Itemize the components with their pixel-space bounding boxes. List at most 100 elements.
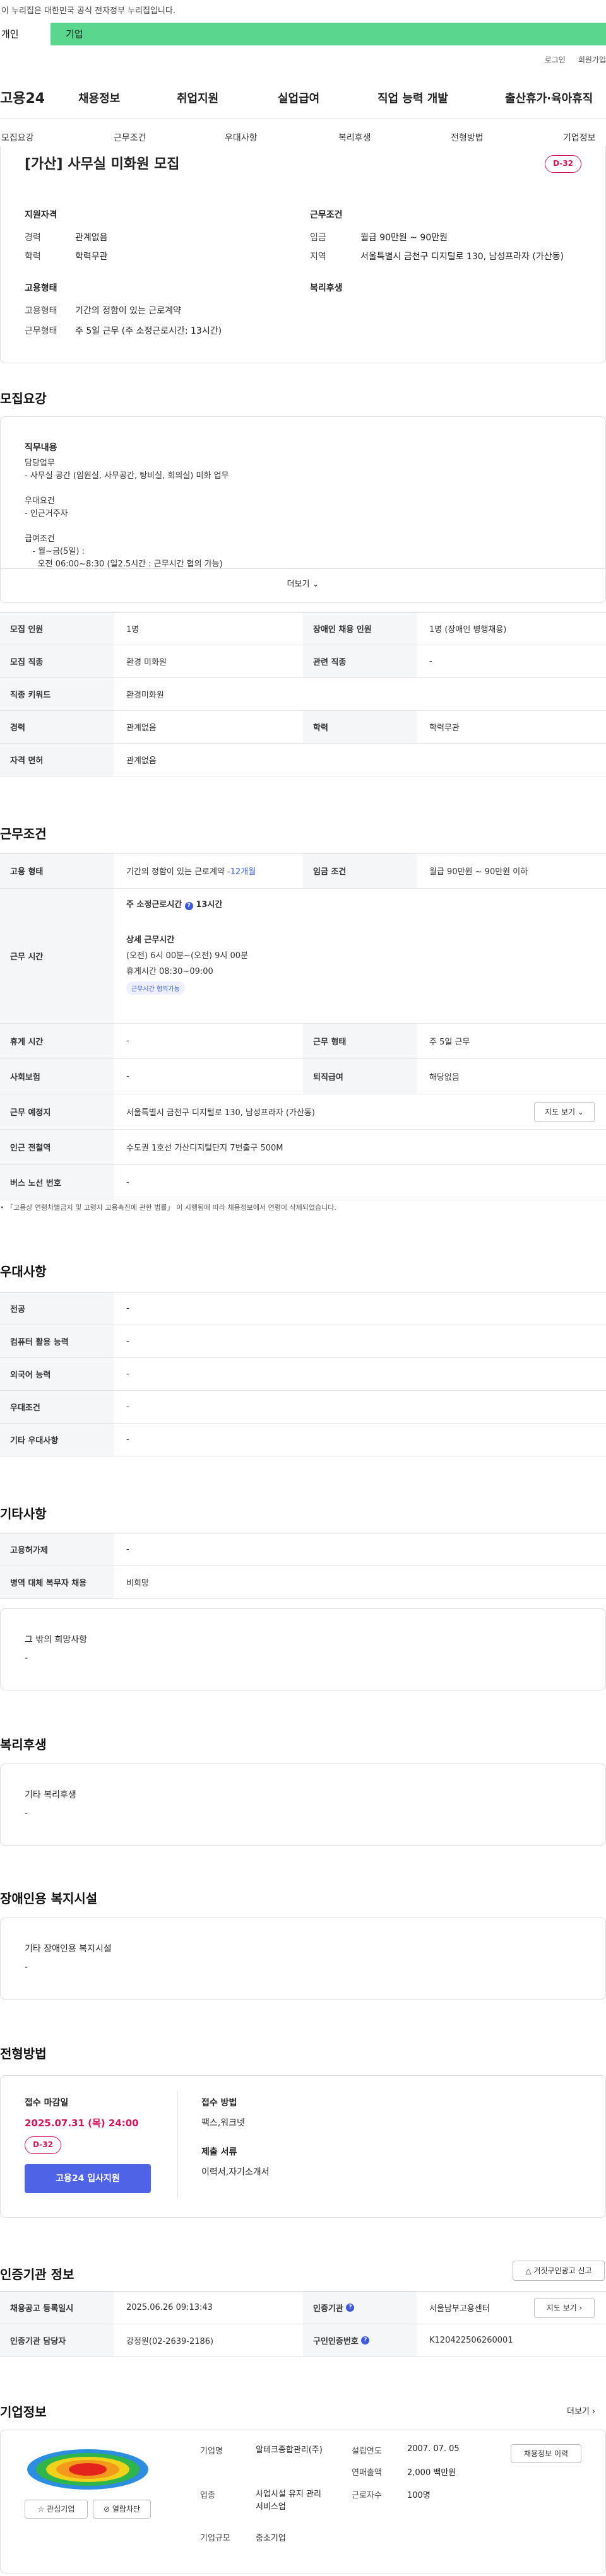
site-logo[interactable]: 고용24 xyxy=(0,87,45,107)
td: 2025.06.26 09:13:43 xyxy=(126,2303,213,2312)
conditions-table: 고용 형태 기간의 정함이 있는 근로계약 - 12개월 임금 조건 월급 90만원 … xyxy=(0,853,606,1200)
star-icon: ☆ xyxy=(37,2505,45,2514)
welfare-sub: 기타 복리후생 xyxy=(25,1790,76,1800)
td: 환경미화원 xyxy=(126,691,164,700)
gnb-item[interactable]: 채용정보 xyxy=(78,90,120,106)
section-nav-item[interactable]: 기업정보 xyxy=(563,131,596,144)
method-value: 팩스,워크넷 xyxy=(201,2118,245,2128)
th: 학력 xyxy=(303,711,417,743)
section-nav-item[interactable]: 우대사항 xyxy=(225,131,258,144)
map-label: 지도 보기 xyxy=(545,1108,576,1116)
jobs-history-button[interactable]: 채용정보 이력 xyxy=(511,2444,581,2463)
table-row: 모집 직종 환경 미화원 관련 직종 - xyxy=(0,645,606,678)
td: 기간의 정함이 있는 근로계약 - 12개월 xyxy=(114,853,303,888)
table-row: 고용허가제 - xyxy=(0,1533,606,1566)
career-value: 관계없음 xyxy=(75,233,108,243)
user-type-tabs: 개인 기업 xyxy=(0,23,606,45)
alert-icon: △ xyxy=(525,2266,532,2275)
td: 관계없음 xyxy=(126,723,157,733)
docs-value: 이력서,자기소개서 xyxy=(201,2167,270,2177)
emptype-label: 고용형태 xyxy=(25,306,57,316)
section-title: 장애인용 복지시설 xyxy=(0,1891,98,1906)
td: 환경 미화원 xyxy=(126,658,167,667)
duty-line: 우대요건 xyxy=(25,496,55,506)
section-title: 복리후생 xyxy=(0,1737,47,1752)
td: K120422506260001 xyxy=(429,2336,513,2345)
th: 퇴직급여 xyxy=(303,1059,417,1094)
td: - xyxy=(126,1402,129,1412)
table-row: 우대조건 - xyxy=(0,1391,606,1424)
fav-button[interactable]: ☆ 관심기업 xyxy=(25,2500,88,2519)
apply-button[interactable]: 고용24 입사지원 xyxy=(25,2164,151,2193)
th: 고용 형태 xyxy=(0,853,114,888)
info-icon[interactable]: ? xyxy=(361,2336,370,2345)
welfare-value: - xyxy=(25,1808,28,1818)
dday-badge: D-32 xyxy=(25,2136,61,2154)
tab-company[interactable]: 기업 xyxy=(50,23,83,45)
section-nav-item[interactable]: 전형방법 xyxy=(451,131,484,144)
td: 해당없음 xyxy=(429,1073,460,1082)
area-value: 서울특별시 금천구 디지털로 130, 남성프라자 (가산동) xyxy=(360,252,564,262)
th: 장애인 채용 인원 xyxy=(303,612,417,645)
duty-line xyxy=(25,483,229,495)
td: 주 소정근로시간 ? 13시간 상세 근무시간 (오전) 6시 00분~(오전)… xyxy=(114,889,261,1023)
more-button[interactable]: 더보기 ⌄ xyxy=(1,577,605,589)
th: 컴퓨터 활용 능력 xyxy=(0,1325,114,1357)
map-button[interactable]: 지도 보기 › xyxy=(534,2298,595,2318)
recruit-table: 모집 인원 1명 장애인 채용 인원 1명 (장애인 병행채용) 모집 직종 환경 미화원… xyxy=(0,612,606,776)
hope-card: 그 밖의 희망사항 - xyxy=(0,1608,606,1690)
map-label: 지도 보기 xyxy=(546,2304,577,2312)
report-label: 거짓구인광고 신고 xyxy=(533,2266,592,2275)
cert-label: 인증기관 xyxy=(313,2304,343,2314)
qual-title: 지원자격 xyxy=(25,210,57,220)
th: 구인인증번호 ? xyxy=(303,2324,417,2356)
worktype-label: 근무형태 xyxy=(25,326,57,336)
table-row: 기타 우대사항 - xyxy=(0,1424,606,1456)
table-row: 경력 관계없음 학력 학력무관 xyxy=(0,711,606,744)
docs-title: 제출 서류 xyxy=(201,2147,237,2157)
found-label: 설립연도 xyxy=(352,2447,382,2456)
company-logo xyxy=(27,2449,148,2490)
report-button[interactable]: △ 거짓구인광고 신고 xyxy=(513,2261,605,2281)
duty-line: 급여조건 xyxy=(25,534,55,544)
gnb-item[interactable]: 실업급여 xyxy=(278,90,319,106)
th: 우대조건 xyxy=(0,1391,114,1423)
th: 근무 시간 xyxy=(0,889,114,1023)
section-nav-item[interactable]: 근무조건 xyxy=(114,131,146,144)
td: - xyxy=(126,1036,129,1046)
company-more-link[interactable]: 더보기 › xyxy=(567,2404,595,2416)
td: 1명 xyxy=(126,625,140,635)
emp-label: 근로자수 xyxy=(352,2491,382,2500)
weekly-value: 13시간 xyxy=(196,900,223,910)
dday-badge: D-32 xyxy=(545,155,581,173)
th: 병역 대체 복무자 채용 xyxy=(0,1566,114,1598)
th: 인증기관 담당자 xyxy=(0,2324,114,2356)
tab-personal[interactable]: 개인 xyxy=(0,23,50,45)
login-link[interactable]: 로그인 xyxy=(545,56,566,64)
info-icon[interactable]: ? xyxy=(346,2304,355,2312)
section-title: 인증기관 정보 xyxy=(0,2267,74,2282)
td: - xyxy=(126,1072,129,1081)
join-link[interactable]: 회원가입 xyxy=(578,56,606,64)
section-nav-item[interactable]: 모집요강 xyxy=(1,131,34,144)
section-nav-item[interactable]: 복리후생 xyxy=(338,131,371,144)
gnb-item[interactable]: 직업 능력 개발 xyxy=(377,90,448,106)
map-button[interactable]: 지도 보기 ⌄ xyxy=(534,1102,595,1122)
job-title: [가산] 사무실 미화원 모집 xyxy=(25,156,180,172)
block-button[interactable]: ⊘ 열람차단 xyxy=(93,2500,151,2519)
td: - xyxy=(126,1435,129,1444)
duty-title: 직무내용 xyxy=(25,443,57,453)
td: 학력무관 xyxy=(429,723,460,733)
duty-line: - 인근거주자 xyxy=(25,509,68,518)
th: 관련 직종 xyxy=(303,645,417,677)
td: 수도권 1호선 가산디지털단지 7번출구 500M xyxy=(126,1144,283,1153)
sales-label: 연매출액 xyxy=(352,2468,382,2478)
cond-title: 근무조건 xyxy=(310,210,343,220)
th: 사회보험 xyxy=(0,1059,114,1094)
table-row: 컴퓨터 활용 능력 - xyxy=(0,1325,606,1358)
gnb-item[interactable]: 취업지원 xyxy=(177,90,218,106)
gnb-item[interactable]: 출산휴가·육아휴직 xyxy=(505,90,593,106)
agency-table: 채용공고 등록일시 2025.06.26 09:13:43 인증기관 ? 서울남부고용… xyxy=(0,2291,606,2357)
info-icon[interactable]: ? xyxy=(184,902,193,910)
summary-card: [가산] 사무실 미화원 모집 D-32 지원자격 경력 관계없음 학력 학력무… xyxy=(0,146,606,363)
